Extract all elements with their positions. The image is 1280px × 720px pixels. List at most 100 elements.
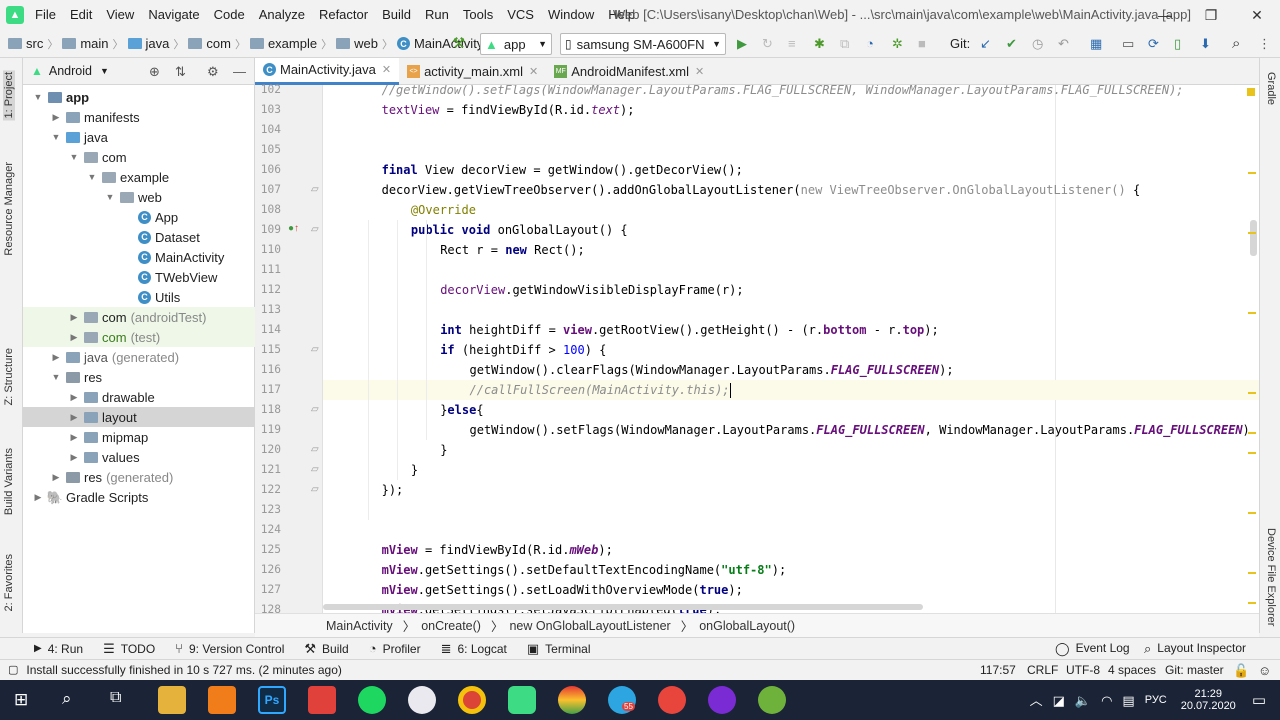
code-line[interactable]: mView.getSettings().setLoadWithOverviewM… — [382, 580, 743, 600]
tool-tab-project[interactable]: 1: Project — [3, 70, 15, 121]
horizontal-scrollbar[interactable] — [323, 604, 923, 610]
app-icon[interactable] — [558, 686, 586, 714]
anydesk-icon[interactable] — [308, 686, 336, 714]
chevron-up-icon[interactable]: ︿ — [1030, 694, 1043, 707]
fold-icon[interactable]: ▱ — [311, 225, 319, 235]
code-line[interactable]: public void onGlobalLayout() { — [411, 220, 628, 240]
collapsed-arrow-icon[interactable]: ▶ — [67, 392, 81, 403]
override-marker-icon[interactable]: ● ↑ — [288, 224, 299, 234]
crumb-com[interactable]: com — [206, 36, 231, 51]
tree-item-res[interactable]: ▶ res (generated) — [23, 467, 255, 487]
tree-item-java[interactable]: ▼ java — [23, 127, 255, 147]
tree-item-app[interactable]: ▼ app — [23, 87, 255, 107]
code-line[interactable]: getWindow().clearFlags(WindowManager.Lay… — [470, 360, 954, 380]
wifi-icon[interactable]: ◠ — [1101, 694, 1112, 707]
caret-position[interactable]: 117:57 — [980, 663, 1016, 677]
warning-stripe[interactable] — [1248, 512, 1256, 514]
utorrent-icon[interactable] — [758, 686, 786, 714]
tool-run[interactable]: ▶ 4: Run — [34, 642, 83, 656]
media-app-icon[interactable] — [708, 686, 736, 714]
windows-start-icon[interactable]: ⊞ — [14, 691, 28, 708]
git-history-icon[interactable]: ◷ — [1032, 37, 1043, 50]
tool-logcat[interactable]: ≣ 6: Logcat — [441, 642, 507, 656]
collapsed-arrow-icon[interactable]: ▶ — [49, 112, 63, 123]
rerun-icon[interactable]: ↻ — [762, 37, 773, 50]
warning-stripe[interactable] — [1248, 572, 1256, 574]
menu-navigate[interactable]: Navigate — [141, 0, 206, 30]
warning-stripe[interactable] — [1248, 232, 1256, 234]
indent-setting[interactable]: 4 spaces — [1108, 663, 1156, 677]
tool-terminal[interactable]: ▣ Terminal — [527, 642, 591, 656]
tab-mainactivity-java[interactable]: C MainActivity.java ✕ — [255, 57, 400, 85]
restore-icon[interactable]: ❐ — [1188, 0, 1234, 30]
fold-icon[interactable]: ▱ — [311, 185, 319, 195]
tool-tab-build-variants[interactable]: Build Variants — [3, 448, 15, 515]
code-line[interactable]: }else{ — [440, 400, 483, 420]
warning-stripe[interactable] — [1248, 452, 1256, 454]
close-tab-icon[interactable]: ✕ — [695, 65, 704, 78]
collapsed-arrow-icon[interactable]: ▶ — [67, 432, 81, 443]
tree-item-com[interactable]: ▶ com (androidTest) — [23, 307, 255, 327]
code-line[interactable]: } — [411, 460, 418, 480]
tool-tab-device-file-explorer[interactable]: Device File Explorer — [1265, 528, 1277, 626]
tree-item-example[interactable]: ▼ example — [23, 167, 255, 187]
code-editor[interactable]: //getWindow().setFlags(WindowManager.Lay… — [323, 85, 1259, 613]
file-explorer-icon[interactable] — [158, 686, 186, 714]
status-message[interactable]: Install successfully finished in 10 s 72… — [26, 663, 341, 677]
action-center-icon[interactable]: ▭ — [1252, 693, 1266, 708]
tool-version-control[interactable]: ⑂ 9: Version Control — [175, 642, 284, 656]
menu-build[interactable]: Build — [375, 0, 418, 30]
stop-icon[interactable]: ■ — [918, 37, 926, 50]
tree-item-twebview[interactable]: C TWebView — [23, 267, 255, 287]
profile-icon[interactable]: ◔ — [866, 37, 874, 50]
sync-gradle-icon[interactable]: ⟳ — [1148, 37, 1159, 50]
face-icon[interactable]: ☺ — [1258, 664, 1271, 677]
code-line[interactable]: } — [440, 440, 447, 460]
menu-tools[interactable]: Tools — [456, 0, 500, 30]
vertical-scrollbar[interactable] — [1250, 220, 1257, 256]
tool-todo[interactable]: ☰ TODO — [103, 642, 155, 656]
warning-stripe[interactable] — [1248, 602, 1256, 604]
run-config-select[interactable]: ▲ app ▼ — [480, 33, 552, 55]
inspection-status-icon[interactable] — [1247, 88, 1255, 96]
tree-item-res[interactable]: ▼ res — [23, 367, 255, 387]
code-line[interactable]: int heightDiff = view.getRootView().getH… — [440, 320, 939, 340]
crumb-web[interactable]: web — [354, 36, 378, 51]
hammer-icon[interactable]: ⚒ — [452, 36, 465, 51]
code-line[interactable]: decorView.getViewTreeObserver().addOnGlo… — [382, 180, 1141, 200]
expanded-arrow-icon[interactable]: ▼ — [85, 172, 99, 182]
tree-item-gradle-scripts[interactable]: ▶ 🐘 Gradle Scripts — [23, 487, 255, 507]
collapsed-arrow-icon[interactable]: ▶ — [49, 352, 63, 363]
code-line[interactable]: getWindow().setFlags(WindowManager.Layou… — [470, 420, 1250, 440]
hide-icon[interactable]: — — [233, 65, 246, 78]
crumb-java[interactable]: java — [146, 36, 170, 51]
tool-layout-inspector[interactable]: ⌕ Layout Inspector — [1144, 641, 1246, 655]
crumb-example[interactable]: example — [268, 36, 317, 51]
warning-stripe[interactable] — [1248, 172, 1256, 174]
collapsed-arrow-icon[interactable]: ▶ — [67, 332, 81, 343]
menu-refactor[interactable]: Refactor — [312, 0, 375, 30]
search-icon[interactable]: ⌕ — [1232, 36, 1240, 51]
attach-debugger-icon[interactable]: ⧉ — [840, 37, 849, 50]
code-line[interactable]: }); — [382, 480, 404, 500]
code-line[interactable]: decorView.getWindowVisibleDisplayFrame(r… — [440, 280, 743, 300]
close-tab-icon[interactable]: ✕ — [382, 63, 391, 76]
warning-stripe[interactable] — [1248, 432, 1256, 434]
tree-item-mainactivity[interactable]: C MainActivity — [23, 247, 255, 267]
project-structure-icon[interactable]: ▦ — [1090, 37, 1102, 50]
tree-item-values[interactable]: ▶ values — [23, 447, 255, 467]
lock-icon[interactable]: 🔓 — [1233, 664, 1249, 677]
tool-event-log[interactable]: ◯ Event Log — [1055, 641, 1130, 655]
notification-flag-icon[interactable]: ▤ — [1122, 694, 1134, 707]
chrome-icon[interactable] — [458, 686, 486, 714]
run-icon[interactable]: ▶ — [737, 37, 747, 50]
fold-icon[interactable]: ▱ — [311, 445, 319, 455]
tree-item-java[interactable]: ▶ java (generated) — [23, 347, 255, 367]
tool-build[interactable]: ⚒ Build — [304, 642, 348, 656]
layout-editor-icon[interactable]: ▭ — [1122, 37, 1134, 50]
tree-item-com[interactable]: ▼ com — [23, 147, 255, 167]
expanded-arrow-icon[interactable]: ▼ — [31, 92, 45, 102]
code-line[interactable]: //callFullScreen(MainActivity.this); — [470, 380, 731, 400]
debug-icon[interactable]: ✱ — [814, 37, 825, 50]
close-tab-icon[interactable]: ✕ — [529, 65, 538, 78]
